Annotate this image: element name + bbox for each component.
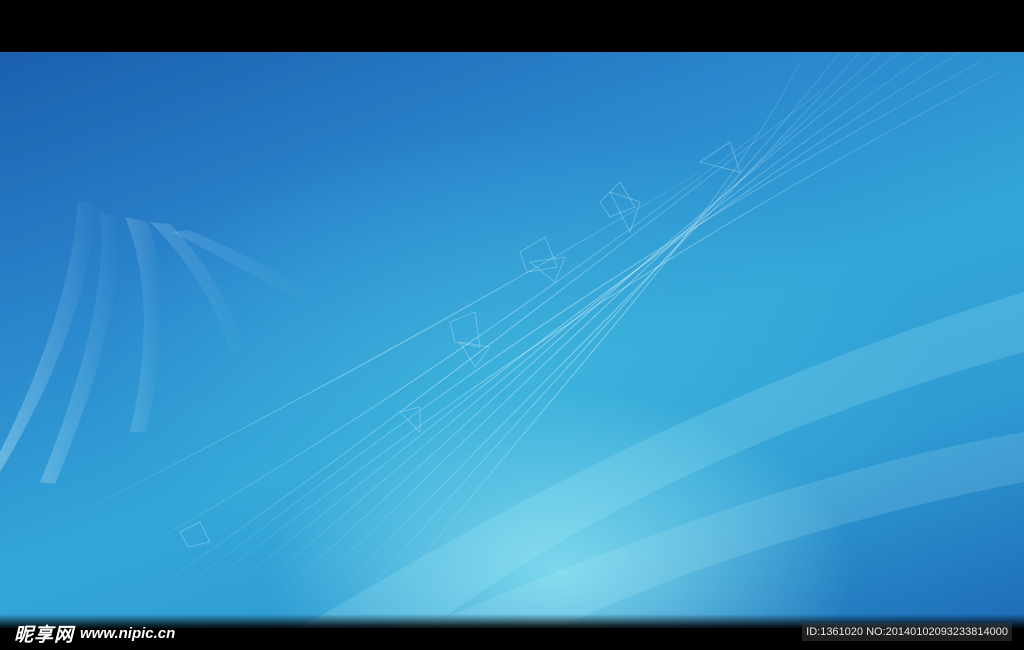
light-streaks (0, 52, 1024, 628)
logo-chinese-text: 昵享网 (14, 623, 75, 646)
abstract-blue-background (0, 52, 1024, 628)
letterbox-top (0, 0, 1024, 52)
logo-url-text: www.nipic.cn (80, 624, 176, 642)
nipic-logo: 昵享网 www.nipic.cn (14, 621, 176, 646)
image-id-label: ID:1361020 NO:20140102093233814000 (802, 623, 1012, 641)
glow-bands (300, 292, 1024, 628)
left-ribbon-fan (0, 202, 310, 484)
wallpaper-frame: 昵享网 www.nipic.cn ID:1361020 NO:201401020… (0, 0, 1024, 650)
